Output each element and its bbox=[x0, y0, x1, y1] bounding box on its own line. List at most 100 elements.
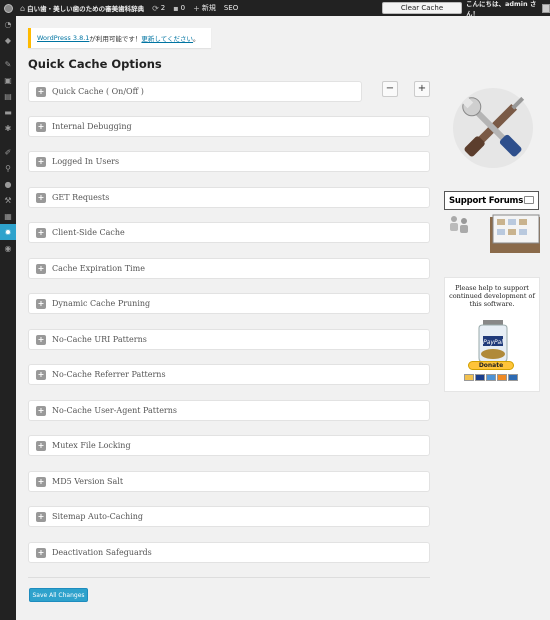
wrench-screwdriver-icon bbox=[445, 80, 541, 175]
option-panel-label: No-Cache User-Agent Patterns bbox=[52, 406, 178, 415]
divider bbox=[28, 577, 430, 578]
option-panel[interactable]: + Internal Debugging bbox=[28, 116, 430, 137]
donation-jar-icon: PayPal bbox=[478, 320, 508, 363]
expand-plus-icon: + bbox=[36, 121, 46, 132]
mastercard-icon bbox=[464, 374, 474, 381]
update-link[interactable]: 更新してください bbox=[141, 33, 193, 43]
plus-icon: + bbox=[193, 3, 200, 13]
notice-end: 。 bbox=[193, 35, 200, 43]
expand-plus-icon: + bbox=[36, 86, 46, 97]
chat-bubble-icon bbox=[524, 196, 534, 204]
expand-plus-icon: + bbox=[36, 298, 46, 309]
payment-cards bbox=[464, 374, 518, 381]
option-panel[interactable]: + MD5 Version Salt bbox=[28, 471, 430, 492]
collapse-icon[interactable]: ◉ bbox=[0, 240, 16, 256]
new-label: 新規 bbox=[201, 4, 216, 12]
option-panel[interactable]: + No-Cache URI Patterns bbox=[28, 329, 430, 350]
option-panel[interactable]: + Cache Expiration Time bbox=[28, 258, 430, 279]
expand-plus-icon: + bbox=[36, 476, 46, 487]
paypal-text: PayPal bbox=[483, 339, 503, 346]
option-panel-label: Quick Cache ( On/Off ) bbox=[52, 87, 144, 96]
new-content-link[interactable]: + 新規 bbox=[189, 0, 220, 16]
version-link[interactable]: WordPress 3.8.1 bbox=[37, 34, 89, 42]
pages-icon[interactable]: ▤ bbox=[0, 88, 16, 104]
option-panel[interactable]: + Client-Side Cache bbox=[28, 222, 430, 243]
option-panel[interactable]: + No-Cache Referrer Patterns bbox=[28, 364, 430, 385]
pin-icon[interactable]: ✎ bbox=[0, 56, 16, 72]
people-icon bbox=[450, 214, 540, 253]
save-all-changes-button[interactable]: Save All Changes bbox=[29, 588, 88, 602]
expand-plus-icon: + bbox=[36, 263, 46, 274]
option-panel[interactable]: + Logged In Users bbox=[28, 151, 430, 172]
seo-link[interactable]: SEO bbox=[220, 0, 242, 16]
account-menu[interactable]: こんにちは、admin さん！ bbox=[466, 0, 550, 18]
site-name: 白い歯・美しい歯のための審美歯科辞典 bbox=[27, 5, 145, 13]
refresh-icon: ⟳ bbox=[152, 3, 159, 13]
expand-plus-icon: + bbox=[36, 227, 46, 238]
admin-menu: ◔ ◆ ✎ ▣ ▤ ▬ ✱ ✐ ⚲ ● ⚒ ▦ ✹ ◉ bbox=[0, 16, 16, 620]
amex-icon bbox=[486, 374, 496, 381]
option-panel-label: GET Requests bbox=[52, 193, 110, 202]
tools-icon[interactable]: ⚒ bbox=[0, 192, 16, 208]
updates-link[interactable]: ⟳ 2 bbox=[148, 0, 169, 16]
plugins-icon[interactable]: ⚲ bbox=[0, 160, 16, 176]
clear-cache-button[interactable]: Clear Cache bbox=[382, 2, 462, 14]
site-name-link[interactable]: ⌂ 白い歯・美しい歯のための審美歯科辞典 bbox=[16, 0, 148, 16]
home-icon: ⌂ bbox=[20, 3, 26, 13]
option-panel-label: No-Cache URI Patterns bbox=[52, 335, 147, 344]
visa-icon bbox=[475, 374, 485, 381]
comment-icon: ▪ bbox=[173, 3, 179, 13]
expand-plus-icon: + bbox=[36, 405, 46, 416]
option-panel[interactable]: + Sitemap Auto-Caching bbox=[28, 506, 430, 527]
option-panel[interactable]: + Deactivation Safeguards bbox=[28, 542, 430, 563]
option-panel-label: Deactivation Safeguards bbox=[52, 548, 152, 557]
menu-separator bbox=[0, 48, 16, 56]
users-icon[interactable]: ● bbox=[0, 176, 16, 192]
comments-count: 0 bbox=[180, 4, 186, 12]
media-icon[interactable]: ▣ bbox=[0, 72, 16, 88]
bank-icon bbox=[508, 374, 518, 381]
collapse-all-button[interactable]: − bbox=[382, 81, 398, 97]
expand-plus-icon: + bbox=[36, 369, 46, 380]
appearance-icon[interactable]: ✐ bbox=[0, 144, 16, 160]
option-panel[interactable]: + Quick Cache ( On/Off ) bbox=[28, 81, 362, 102]
update-notice: WordPress 3.8.1 が利用可能です！ 更新してください 。 bbox=[28, 28, 211, 48]
option-panel[interactable]: + Dynamic Cache Pruning bbox=[28, 293, 430, 314]
expand-plus-icon: + bbox=[36, 440, 46, 451]
discover-icon bbox=[497, 374, 507, 381]
expand-plus-icon: + bbox=[36, 547, 46, 558]
expand-plus-icon: + bbox=[36, 511, 46, 522]
expand-plus-icon: + bbox=[36, 156, 46, 167]
menu-separator bbox=[0, 136, 16, 144]
page-title: Quick Cache Options bbox=[28, 57, 162, 71]
option-panel-label: Dynamic Cache Pruning bbox=[52, 299, 151, 308]
option-panel-label: Internal Debugging bbox=[52, 122, 132, 131]
comments-icon[interactable]: ▬ bbox=[0, 104, 16, 120]
expand-all-button[interactable]: + bbox=[414, 81, 430, 97]
seo-label: SEO bbox=[223, 4, 239, 12]
settings-icon[interactable]: ✱ bbox=[0, 120, 16, 136]
expand-plus-icon: + bbox=[36, 334, 46, 345]
option-panel-label: Client-Side Cache bbox=[52, 228, 125, 237]
option-panel-label: Logged In Users bbox=[52, 157, 120, 166]
admin-bar: ⌂ 白い歯・美しい歯のための審美歯科辞典 ⟳ 2 ▪ 0 + 新規 SEO Cl… bbox=[0, 0, 550, 18]
notice-text: が利用可能です！ bbox=[89, 35, 142, 43]
donate-button[interactable]: Donate bbox=[468, 361, 514, 370]
quick-cache-gear-icon[interactable]: ✹ bbox=[0, 224, 16, 240]
donate-box: Please help to support continued develop… bbox=[444, 277, 540, 392]
option-panel-label: Sitemap Auto-Caching bbox=[52, 512, 144, 521]
table-icon[interactable]: ▦ bbox=[0, 208, 16, 224]
option-panel[interactable]: + Mutex File Locking bbox=[28, 435, 430, 456]
wordpress-logo-icon[interactable] bbox=[0, 0, 16, 16]
option-panel-label: Mutex File Locking bbox=[52, 441, 131, 450]
comments-link[interactable]: ▪ 0 bbox=[169, 0, 189, 16]
option-panel[interactable]: + GET Requests bbox=[28, 187, 430, 208]
option-panel[interactable]: + No-Cache User-Agent Patterns bbox=[28, 400, 430, 421]
option-panel-label: No-Cache Referrer Patterns bbox=[52, 370, 166, 379]
dashboard-icon[interactable]: ◔ bbox=[0, 16, 16, 32]
howdy-text: こんにちは、admin さん！ bbox=[466, 0, 537, 18]
support-forums-link[interactable]: Support Forums bbox=[444, 189, 541, 257]
jetpack-icon[interactable]: ◆ bbox=[0, 32, 16, 48]
option-panel-label: MD5 Version Salt bbox=[52, 477, 124, 486]
expand-plus-icon: + bbox=[36, 192, 46, 203]
